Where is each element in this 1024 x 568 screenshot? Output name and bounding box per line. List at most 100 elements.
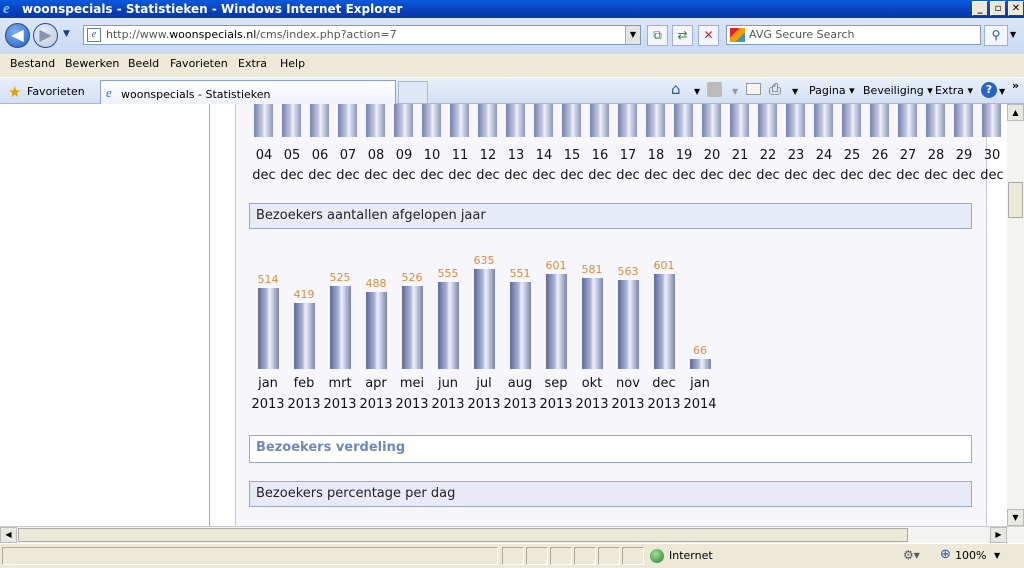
home-dropdown-icon[interactable]: ▼ xyxy=(694,87,700,96)
close-window-button[interactable]: ✕ xyxy=(1008,1,1024,16)
ie-logo-icon: e xyxy=(3,1,10,17)
status-cell xyxy=(526,547,548,565)
menu-beeld[interactable]: Beeld xyxy=(128,57,159,70)
month-category-label: jun 2013 xyxy=(431,376,465,412)
horizontal-scroll-thumb[interactable] xyxy=(18,528,908,542)
security-zone: Internet xyxy=(669,549,713,562)
vertical-scrollbar[interactable]: ▲ ▼ xyxy=(1007,104,1024,526)
scroll-down-icon[interactable]: ▼ xyxy=(1007,509,1024,526)
star-icon: ★ xyxy=(8,83,22,101)
daily-bar xyxy=(786,104,805,137)
help-icon[interactable]: ? xyxy=(981,82,997,98)
daily-label: 10 dec xyxy=(420,148,444,183)
forward-button[interactable]: ▶ xyxy=(33,23,58,48)
page-menu[interactable]: Pagina ▾ xyxy=(809,84,855,97)
window-title: woonspecials - Statistieken - Windows In… xyxy=(22,2,403,16)
daily-label: 13 dec xyxy=(504,148,528,183)
month-bar xyxy=(366,292,387,369)
search-button[interactable]: ⚲ xyxy=(984,25,1008,46)
menu-extra[interactable]: Extra xyxy=(238,57,267,70)
month-category-label: okt 2013 xyxy=(575,376,609,412)
compatibility-view-button[interactable]: ⧉ xyxy=(647,25,668,46)
status-cell xyxy=(622,547,644,565)
zoom-dropdown-icon[interactable]: ▼ xyxy=(994,551,1000,560)
section-per-day: Bezoekers percentage per dag xyxy=(249,481,972,507)
daily-label: 23 dec xyxy=(784,148,808,183)
extra-menu[interactable]: Extra ▾ xyxy=(935,84,973,97)
month-bar xyxy=(402,286,423,369)
section-year-title: Bezoekers aantallen afgelopen jaar xyxy=(249,203,972,229)
daily-label: 19 dec xyxy=(672,148,696,183)
scroll-right-icon[interactable]: ▶ xyxy=(990,527,1007,543)
search-options-icon[interactable]: ▼ xyxy=(1010,30,1016,39)
section-distribution[interactable]: Bezoekers verdeling xyxy=(249,435,972,463)
daily-label: 07 dec xyxy=(336,148,360,183)
history-dropdown-icon[interactable]: ▼ xyxy=(63,29,70,39)
month-bar xyxy=(654,274,675,369)
chevron-more-icon[interactable]: » xyxy=(1012,79,1019,92)
daily-label: 25 dec xyxy=(840,148,864,183)
daily-bar xyxy=(534,104,553,137)
search-placeholder: AVG Secure Search xyxy=(749,28,855,41)
security-menu[interactable]: Beveiliging ▾ xyxy=(863,84,933,97)
daily-bar xyxy=(926,104,945,137)
month-category-label: jul 2013 xyxy=(467,376,501,412)
menu-help[interactable]: Help xyxy=(280,57,305,70)
print-icon[interactable]: ⎙ xyxy=(769,80,781,98)
mail-icon[interactable] xyxy=(746,83,761,95)
daily-label: 05 dec xyxy=(280,148,304,183)
month-category-label: nov 2013 xyxy=(611,376,645,412)
refresh-button[interactable]: ⇄ xyxy=(672,25,693,46)
month-category-label: sep 2013 xyxy=(539,376,573,412)
daily-bar xyxy=(310,104,329,137)
feeds-dropdown-icon[interactable]: ▼ xyxy=(732,87,738,96)
menu-favorieten[interactable]: Favorieten xyxy=(170,57,228,70)
minimize-button[interactable]: _ xyxy=(972,1,988,16)
month-value-label: 66 xyxy=(693,344,707,357)
daily-label: 20 dec xyxy=(700,148,724,183)
daily-label: 04 dec xyxy=(252,148,276,183)
status-cell xyxy=(550,547,572,565)
scroll-up-icon[interactable]: ▲ xyxy=(1007,104,1024,121)
menu-bestand[interactable]: Bestand xyxy=(10,57,55,70)
month-category-label: dec 2013 xyxy=(647,376,681,412)
home-icon[interactable]: ⌂ xyxy=(671,80,681,98)
favorites-button[interactable]: Favorieten xyxy=(27,85,85,98)
daily-bar xyxy=(982,104,1001,137)
page-content: 04 dec 05 dec 06 dec 07 dec 08 dec 09 dec 10 dec 11 dec… xyxy=(0,104,1007,526)
daily-bar xyxy=(282,104,301,137)
horizontal-scrollbar[interactable]: ◀ ▶ xyxy=(0,526,1024,543)
address-dropdown-icon[interactable]: ▼ xyxy=(625,26,640,44)
tab-statistieken[interactable]: e woonspecials - Statistieken xyxy=(100,80,396,105)
new-tab-button[interactable] xyxy=(398,81,428,104)
zoom-icon[interactable]: ⊕ xyxy=(940,547,951,562)
status-cell xyxy=(574,547,596,565)
scroll-left-icon[interactable]: ◀ xyxy=(0,527,17,543)
stop-button[interactable]: ✕ xyxy=(698,25,719,46)
address-toolbar: ◀ ▶ ▼ e http://www.woonspecials.nl/cms/i… xyxy=(0,18,1024,54)
back-button[interactable]: ◀ xyxy=(5,23,30,48)
month-bar xyxy=(510,282,531,369)
menu-bewerken[interactable]: Bewerken xyxy=(65,57,119,70)
protected-mode-icon[interactable]: ⚙▾ xyxy=(903,548,920,562)
zoom-level[interactable]: 100% xyxy=(955,549,986,562)
vertical-scroll-thumb[interactable] xyxy=(1008,182,1023,218)
status-cell xyxy=(598,547,620,565)
avg-logo-icon xyxy=(730,28,745,42)
menu-bar: Bestand Bewerken Beeld Favorieten Extra … xyxy=(0,54,1024,74)
search-input[interactable]: AVG Secure Search xyxy=(726,25,981,45)
maximize-button[interactable]: ▫ xyxy=(990,1,1006,16)
daily-bar xyxy=(366,104,385,137)
daily-bar xyxy=(814,104,833,137)
favorites-bar: ★ Favorieten e woonspecials - Statistiek… xyxy=(0,77,1024,105)
address-input[interactable]: e http://www.woonspecials.nl/cms/index.p… xyxy=(83,25,641,45)
month-bar xyxy=(618,280,639,369)
feeds-icon[interactable] xyxy=(707,82,722,97)
page-icon: e xyxy=(87,28,101,42)
print-dropdown-icon[interactable]: ▼ xyxy=(792,87,798,96)
daily-bar xyxy=(730,104,749,137)
help-dropdown-icon[interactable]: ▼ xyxy=(999,87,1005,96)
daily-bar xyxy=(338,104,357,137)
daily-bar xyxy=(702,104,721,137)
month-value-label: 601 xyxy=(545,259,567,272)
